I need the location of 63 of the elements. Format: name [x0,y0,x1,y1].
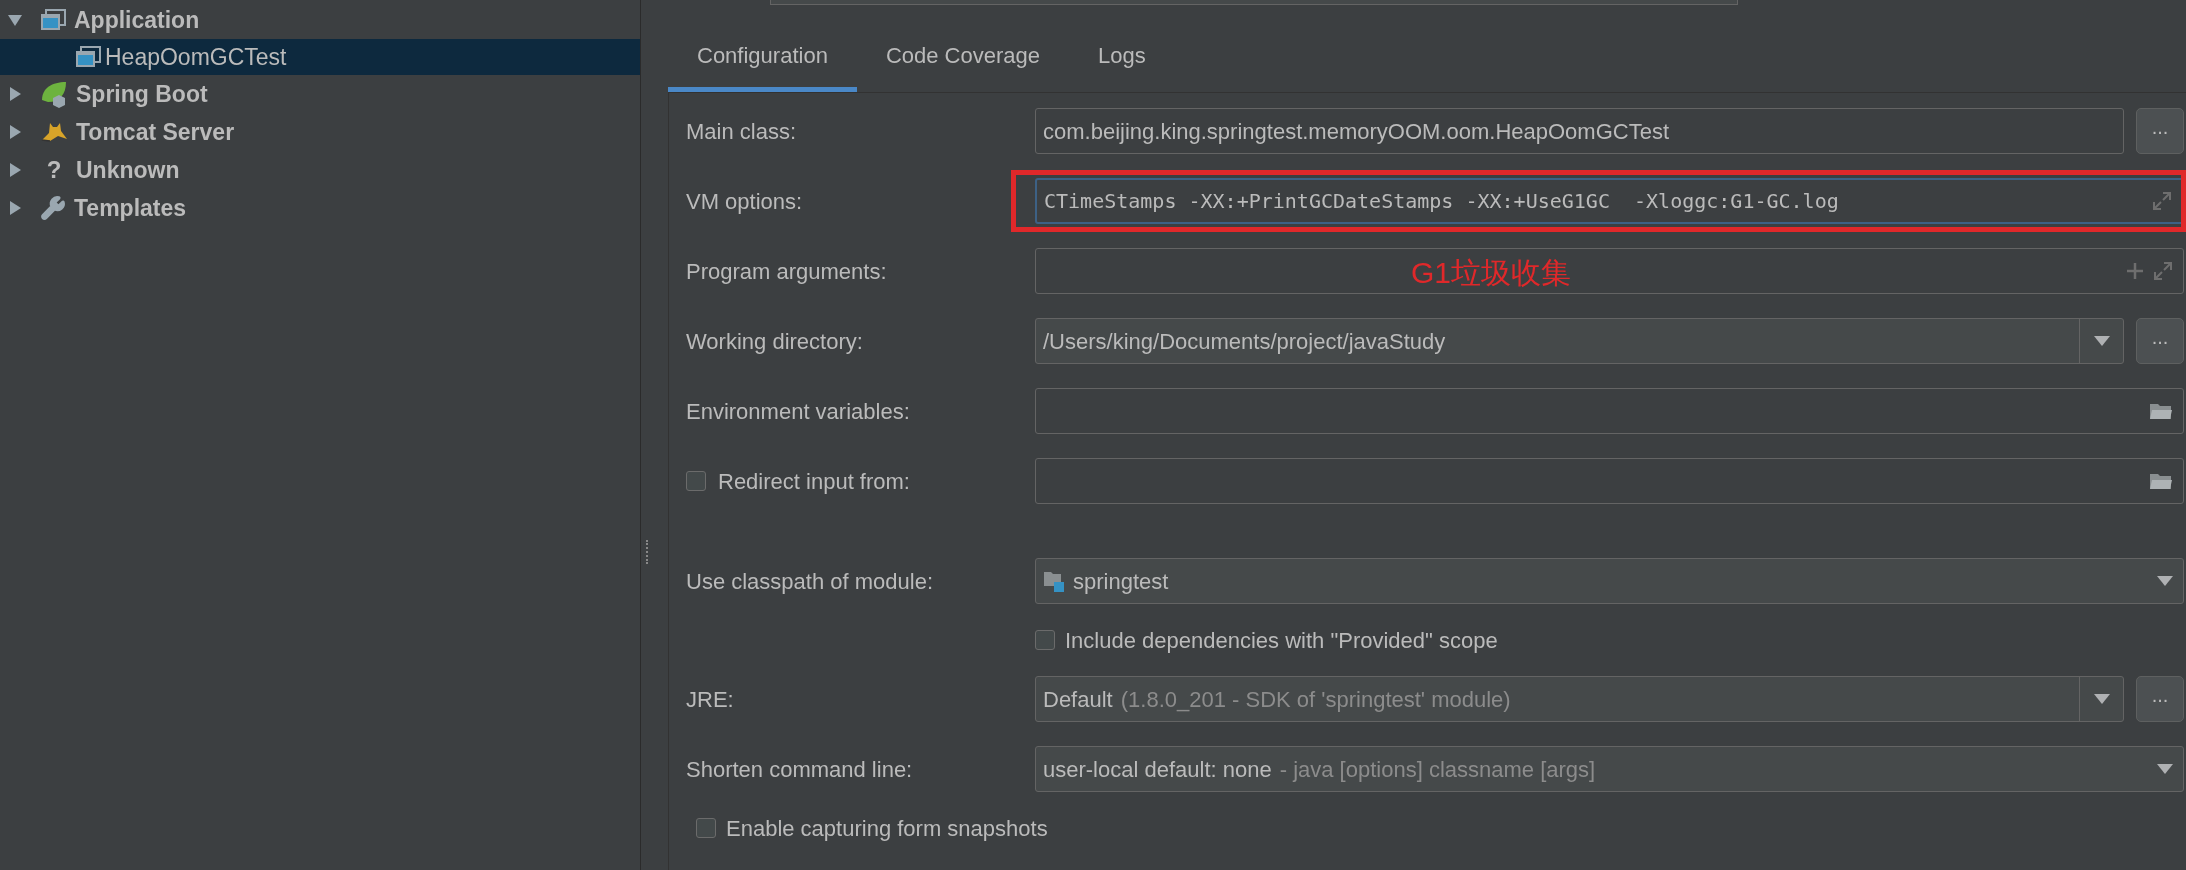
input-field[interactable] [1035,388,2184,434]
field-value: /Users/king/Documents/project/javaStudy [1043,327,1446,356]
combo-box[interactable]: user-local default: none - java [options] classname [args] [1035,746,2184,792]
expanded-arrow-icon[interactable] [8,13,22,27]
checkbox[interactable] [686,471,706,491]
field-label: Shorten command line: [686,755,913,784]
question-icon: ? [40,152,68,188]
tree-item[interactable]: Spring Boot [0,75,640,113]
field-label: Redirect input from: [718,467,910,496]
field-value: Default [1043,685,1113,714]
dropdown-caret-icon[interactable] [2157,576,2173,586]
cat-icon [40,121,68,143]
browse-button[interactable]: ... [2136,108,2184,154]
field-label: Working directory: [686,327,863,356]
module-folder-icon [1043,570,1065,592]
dropdown-caret-icon[interactable] [2157,764,2173,774]
checkbox-label: Include dependencies with "Provided" scope [1065,626,1498,655]
input-field[interactable]: com.beijing.king.springtest.memoryOOM.oom.HeapOomGCTest [1035,108,2124,154]
field-label: Program arguments: [686,257,887,286]
tree-item[interactable]: ? Unknown [0,151,640,189]
input-field[interactable] [1035,458,2184,504]
folder-icon[interactable] [2149,402,2173,420]
checkbox[interactable] [696,818,716,838]
tab[interactable]: Logs [1069,24,1175,92]
field-hint: (1.8.0_201 - SDK of 'springtest' module) [1120,685,1511,714]
leaf-icon [40,80,68,108]
collapsed-arrow-icon[interactable] [8,201,22,215]
input-field[interactable]: CTimeStamps -XX:+PrintGCDateStamps -XX:+UseG1GC -Xloggc:G1-GC.log [1035,178,2184,224]
field-hint: - java [options] classname [args] [1279,755,1596,784]
collapsed-arrow-icon[interactable] [8,87,22,101]
checkbox[interactable] [1035,630,1055,650]
collapsed-arrow-icon[interactable] [8,163,22,177]
window-icon [75,46,101,68]
checkbox-label: Enable capturing form snapshots [726,814,1048,843]
tree-item[interactable]: Tomcat Server [0,113,640,151]
tree-item[interactable]: HeapOomGCTest [0,39,640,75]
field-label: Use classpath of module: [686,567,934,596]
field-label: Main class: [686,117,797,146]
field-value: user-local default: none [1043,755,1272,784]
field-label: Environment variables: [686,397,910,426]
annotation-note: G1垃圾收集 [1411,255,1572,291]
field-value: springtest [1073,567,1169,596]
browse-button[interactable]: ... [2136,676,2184,722]
combo-box[interactable]: Default (1.8.0_201 - SDK of 'springtest' module) [1035,676,2124,722]
tree-item[interactable]: Application [0,1,640,39]
wrench-icon [40,195,66,221]
window-icon [40,9,66,31]
combo-box[interactable]: /Users/king/Documents/project/javaStudy [1035,318,2124,364]
field-value: CTimeStamps -XX:+PrintGCDateStamps -XX:+UseG1GC -Xloggc:G1-GC.log [1044,188,1839,215]
resize-handle[interactable] [646,540,649,564]
folder-icon[interactable] [2149,472,2173,490]
dropdown-caret-icon[interactable] [2093,694,2110,704]
collapsed-arrow-icon[interactable] [8,125,22,139]
combo-box[interactable]: springtest [1035,558,2184,604]
field-label: VM options: [686,187,803,216]
field-label: JRE: [686,685,734,714]
tab[interactable]: Configuration [668,24,857,92]
tab[interactable]: Code Coverage [856,24,1069,92]
name-field[interactable] [770,0,1738,5]
field-value: com.beijing.king.springtest.memoryOOM.oom.HeapOomGCTest [1043,117,1669,146]
tree-item[interactable]: Templates [0,189,640,227]
browse-button[interactable]: ... [2136,318,2184,364]
dropdown-caret-icon[interactable] [2093,336,2110,346]
